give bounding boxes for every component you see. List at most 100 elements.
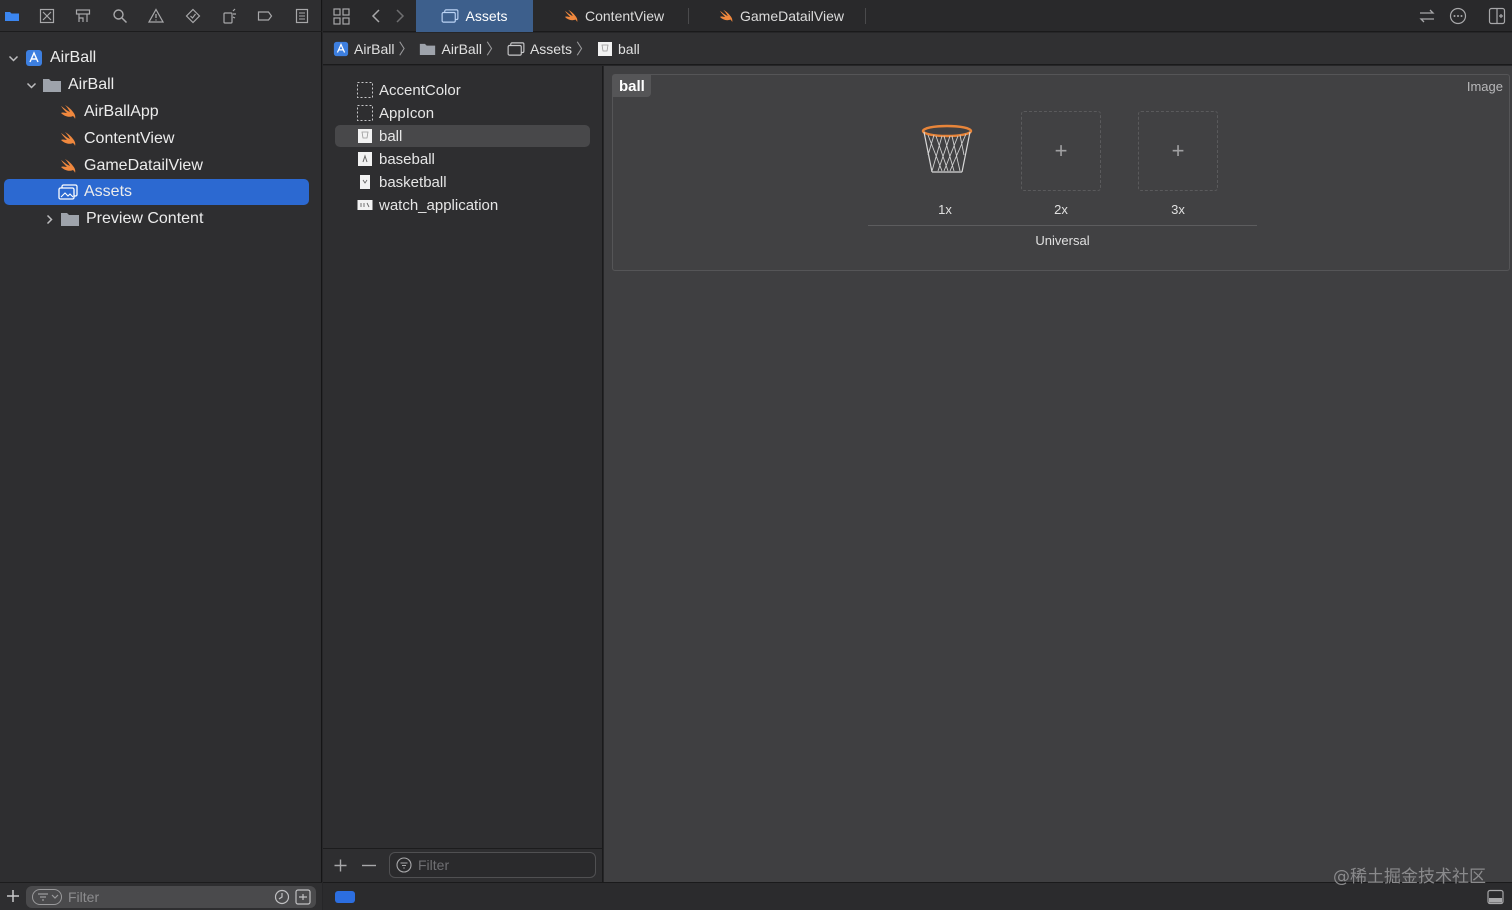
swift-file-icon <box>718 9 734 23</box>
tab-assets[interactable]: Assets <box>416 0 533 32</box>
image-set-name[interactable]: ball <box>613 75 651 97</box>
tree-item-label: Assets <box>84 183 133 200</box>
image-set-icon <box>597 41 613 57</box>
breadcrumb-item-project[interactable]: AirBall <box>333 41 394 57</box>
filter-options-icon[interactable] <box>32 889 62 905</box>
tab-contentview[interactable]: ContentView <box>553 0 674 32</box>
tree-item-gamedatailview[interactable]: GameDatailView <box>58 153 306 179</box>
warning-icon[interactable] <box>146 7 166 25</box>
asset-label: watch_application <box>379 196 499 214</box>
source-control-icon[interactable] <box>37 7 57 25</box>
image-set-type: Image <box>1466 79 1503 94</box>
breadcrumb-label: Assets <box>529 40 572 57</box>
tree-item-project-airball[interactable]: AirBall <box>6 45 306 71</box>
tree-item-preview-content[interactable]: Preview Content <box>42 206 306 232</box>
tab-divider <box>688 8 689 24</box>
filter-placeholder: Filter <box>68 889 100 905</box>
breadcrumb-label: AirBall <box>354 40 395 57</box>
swap-icon[interactable] <box>1417 6 1437 26</box>
breadcrumb-label: AirBall <box>441 40 482 57</box>
asset-label: ball <box>379 127 403 145</box>
image-set-icon <box>357 174 373 190</box>
asset-catalog-icon <box>58 183 78 201</box>
folder-icon <box>42 76 62 94</box>
breakpoints-toggle-icon[interactable] <box>335 891 355 903</box>
filter-icon <box>396 857 412 873</box>
asset-catalog-icon <box>441 9 459 23</box>
recent-files-icon[interactable] <box>274 889 290 908</box>
tree-item-label: Preview Content <box>86 210 204 227</box>
app-icon-set-icon <box>357 105 373 121</box>
image-set-icon <box>357 128 373 144</box>
tree-item-label: AirBallApp <box>84 103 159 120</box>
swift-file-icon <box>58 130 78 148</box>
breadcrumb: AirBall 〉 AirBall 〉 Assets 〉 ball <box>323 33 1512 65</box>
remove-icon[interactable] <box>361 858 377 876</box>
image-set-icon <box>357 197 373 213</box>
chevron-down-icon[interactable] <box>24 78 38 92</box>
debug-icon[interactable] <box>219 7 239 25</box>
breadcrumb-item-assets[interactable]: Assets <box>507 41 572 57</box>
tree-item-contentview[interactable]: ContentView <box>58 126 306 152</box>
image-slot-2x[interactable]: + <box>1021 111 1101 191</box>
watermark: @稀土掘金技术社区 <box>1333 867 1486 887</box>
chevron-right-icon: 〉 <box>398 41 414 58</box>
asset-editor: ball Image + + 1x 2x 3x Universal <box>604 66 1512 882</box>
swift-file-icon <box>58 103 78 121</box>
image-slot-1x[interactable] <box>907 111 987 191</box>
breadcrumb-item-group[interactable]: AirBall <box>419 40 482 57</box>
color-set-icon <box>357 82 373 98</box>
tree-item-label: ContentView <box>84 130 175 147</box>
chevron-down-icon[interactable] <box>6 51 20 65</box>
grid-icon[interactable] <box>331 6 351 26</box>
split-editor-icon[interactable] <box>1487 6 1507 26</box>
tab-label: ContentView <box>585 8 665 24</box>
hierarchy-icon[interactable] <box>73 7 93 25</box>
chevron-right-icon[interactable] <box>390 6 410 26</box>
project-icon <box>24 49 44 67</box>
breakpoint-icon[interactable] <box>255 7 275 25</box>
asset-list: AccentColor AppIcon ball baseball basket… <box>323 66 603 882</box>
tree-item-label: AirBall <box>50 49 97 66</box>
asset-label: AppIcon <box>379 104 435 122</box>
asset-label: AccentColor <box>379 81 461 99</box>
asset-item-appicon[interactable]: AppIcon <box>335 102 590 124</box>
breadcrumb-label: ball <box>618 40 640 57</box>
image-set-icon <box>357 151 373 167</box>
tree-item-label: AirBall <box>68 76 115 93</box>
tree-item-group-airball[interactable]: AirBall <box>24 72 306 98</box>
image-slot-3x[interactable]: + <box>1138 111 1218 191</box>
chevron-left-icon[interactable] <box>366 6 386 26</box>
filter-placeholder: Filter <box>418 857 450 873</box>
asset-item-ball[interactable]: ball <box>335 125 590 147</box>
navigator-filter-field[interactable]: Filter <box>26 886 316 908</box>
tab-gamedatailview[interactable]: GameDatailView <box>708 0 854 32</box>
tree-item-airballapp[interactable]: AirBallApp <box>58 99 306 125</box>
project-navigator: AirBall AirBall AirBallApp ContentView G… <box>0 0 322 910</box>
asset-list-bottom-bar: Filter <box>323 848 603 882</box>
hide-debug-area-icon[interactable] <box>1487 889 1504 908</box>
add-icon[interactable] <box>333 858 348 876</box>
asset-item-basketball[interactable]: basketball <box>335 171 590 193</box>
asset-item-watch-application[interactable]: watch_application <box>335 194 590 216</box>
add-icon[interactable] <box>5 888 21 904</box>
asset-label: basketball <box>379 173 447 191</box>
tab-divider <box>865 8 866 24</box>
navigator-bottom-bar: Filter <box>0 882 322 910</box>
breadcrumb-item-ball[interactable]: ball <box>597 41 640 57</box>
tree-item-assets[interactable]: Assets <box>4 179 309 205</box>
chevron-right-icon[interactable] <box>42 212 56 226</box>
slot-group-label: Universal <box>1035 233 1090 248</box>
asset-item-baseball[interactable]: baseball <box>335 148 590 170</box>
test-icon[interactable] <box>183 7 203 25</box>
basketball-hoop-icon <box>919 123 975 179</box>
source-control-filter-icon[interactable] <box>295 889 311 908</box>
more-options-icon[interactable] <box>1448 6 1468 26</box>
chevron-right-icon: 〉 <box>575 41 591 58</box>
report-icon[interactable] <box>292 7 312 25</box>
search-icon[interactable] <box>110 7 130 25</box>
add-image-icon: + <box>1171 138 1185 163</box>
asset-filter-field[interactable]: Filter <box>389 852 596 878</box>
asset-item-accentcolor[interactable]: AccentColor <box>335 79 590 101</box>
folder-icon[interactable] <box>2 7 22 25</box>
